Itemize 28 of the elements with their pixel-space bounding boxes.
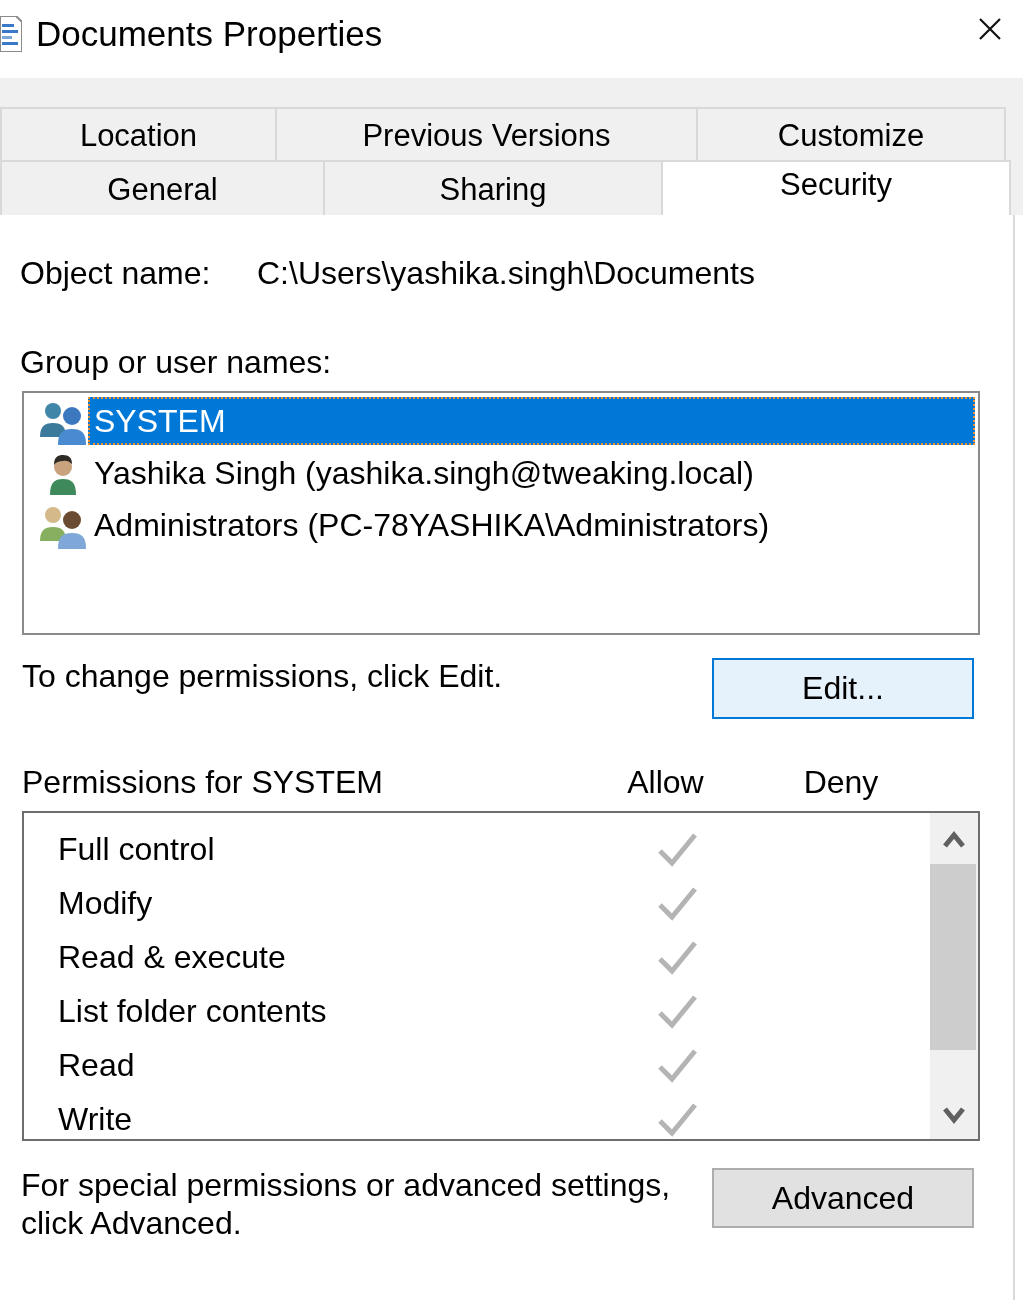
permission-name: Modify [58, 885, 154, 921]
scroll-down-icon[interactable] [943, 1107, 965, 1125]
advanced-hint: For special permissions or advanced settings, click Advanced. [21, 1166, 672, 1242]
column-header: Deny [803, 764, 880, 800]
advanced-button[interactable]: Advanced [712, 1168, 974, 1228]
object-name-value: C:\Users\yashika.singh\Documents [257, 255, 755, 291]
permission-name: Full control [58, 831, 216, 867]
tab[interactable]: Location [0, 107, 277, 160]
window-title: Documents Properties [36, 14, 383, 54]
object-name-label: Object name: [20, 255, 212, 291]
tab[interactable]: Security [661, 160, 1011, 215]
permission-name: Write [58, 1101, 134, 1137]
edit-button[interactable]: Edit... [712, 658, 974, 719]
list-item[interactable]: Yashika Singh (yashika.singh@tweaking.local) [88, 449, 975, 497]
column-header: Allow [627, 764, 705, 800]
group-list-label: Group or user names: [20, 344, 333, 380]
permission-name: Read & execute [58, 939, 287, 975]
permission-name: List folder contents [58, 993, 328, 1029]
list-item[interactable]: Administrators (PC-78YASHIKA\Administrators) [88, 501, 975, 549]
scrollbar-thumb[interactable] [930, 864, 976, 1050]
scroll-up-icon[interactable] [943, 830, 965, 848]
tab[interactable]: Customize [696, 107, 1006, 160]
tab[interactable]: General [0, 160, 325, 215]
close-icon[interactable] [979, 18, 1001, 40]
permission-name: Read [58, 1047, 136, 1083]
list-item[interactable]: SYSTEM [88, 397, 975, 445]
permissions-title: Permissions for SYSTEM [22, 764, 384, 800]
edit-hint: To change permissions, click Edit. [22, 658, 503, 694]
